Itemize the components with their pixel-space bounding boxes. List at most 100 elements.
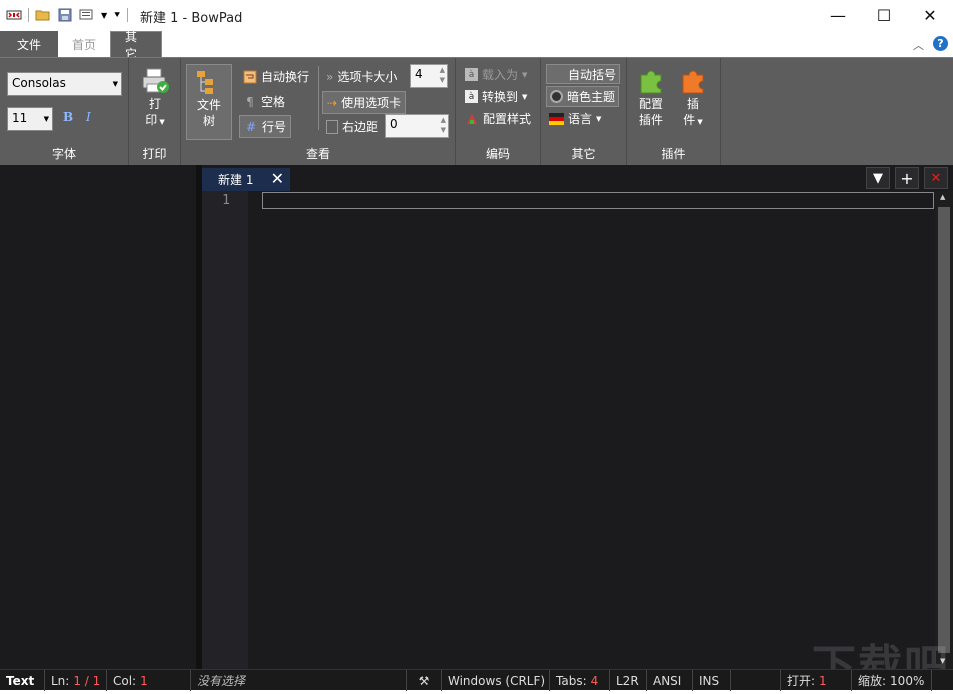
- minimize-button[interactable]: —: [815, 0, 861, 31]
- status-tool-icon[interactable]: ⚒: [407, 670, 442, 691]
- word-wrap-icon: [243, 70, 257, 83]
- whitespace-label: 空格: [261, 95, 286, 109]
- plugins-group-label: 插件: [661, 147, 686, 161]
- other-group: 自动括号 暗色主题 语言 ▼ 其它: [541, 58, 627, 166]
- tab-size-value: 4: [415, 67, 423, 81]
- print-group-label: 打印: [142, 147, 167, 161]
- whitespace-button[interactable]: ¶ 空格: [243, 93, 285, 110]
- close-window-button[interactable]: ✕: [907, 0, 953, 31]
- line-number-gutter: 1: [202, 191, 248, 669]
- right-margin-value: 0: [390, 117, 398, 131]
- tab-other[interactable]: 其它: [110, 30, 162, 61]
- save-icon[interactable]: [57, 7, 73, 23]
- word-wrap-button[interactable]: 自动换行: [243, 68, 309, 85]
- collapse-ribbon-icon[interactable]: ︿: [913, 37, 924, 53]
- file-tree-button[interactable]: 文件 树: [186, 64, 232, 140]
- config-style-button[interactable]: 配置样式: [465, 110, 531, 127]
- flag-icon: [549, 112, 564, 125]
- right-margin-spinner[interactable]: 0 ▲ ▼: [385, 114, 449, 138]
- chevron-down-icon: ▼: [43, 115, 49, 123]
- print-group: 打 印 ▼ 打印: [129, 58, 181, 166]
- title-bar: ▼ ⯆ 新建 1 - BowPad — ☐ ✕: [0, 0, 953, 31]
- language-button[interactable]: 语言 ▼: [549, 110, 601, 127]
- help-icon[interactable]: ?: [933, 36, 948, 51]
- status-zoom[interactable]: 缩放: 100%: [852, 670, 932, 691]
- status-ins[interactable]: INS: [693, 670, 731, 691]
- other-group-label: 其它: [571, 147, 596, 161]
- convert-to-button[interactable]: à 转换到 ▼: [465, 88, 527, 105]
- plugins-group: 配置 插件 插 件 ▼ 插件: [627, 58, 721, 166]
- dark-theme-button[interactable]: 暗色主题: [546, 86, 620, 107]
- font-size-value: 11: [12, 111, 28, 125]
- puzzle-green-icon: [640, 70, 662, 94]
- status-zoom-label: 缩放:: [858, 674, 887, 688]
- view-group-label: 查看: [305, 147, 330, 161]
- style-icon: [467, 113, 477, 124]
- encoding-icon: à: [465, 90, 478, 103]
- status-tabs-label: Tabs:: [556, 673, 587, 688]
- recent-dropdown-icon[interactable]: ▼: [101, 11, 107, 20]
- code-editor[interactable]: [248, 191, 935, 669]
- plugins-button[interactable]: 插 件 ▼: [675, 66, 711, 130]
- document-tab[interactable]: 新建 1 ✕: [202, 168, 290, 191]
- chevron-down-icon: ▼: [112, 80, 118, 88]
- use-tabs-label: 使用选项卡: [341, 96, 402, 110]
- print-label-2: 印: [145, 113, 158, 127]
- recent-files-icon[interactable]: [79, 7, 95, 23]
- config-plugins-button[interactable]: 配置 插件: [633, 66, 669, 128]
- status-col-value: 1: [140, 673, 148, 688]
- status-eol[interactable]: Windows (CRLF): [442, 670, 550, 691]
- font-group-label: 字体: [51, 147, 76, 161]
- status-direction[interactable]: L2R: [610, 670, 647, 691]
- vertical-scrollbar[interactable]: ▲ ▼: [935, 191, 953, 669]
- scrollbar-thumb[interactable]: [938, 207, 950, 653]
- right-margin-checkbox[interactable]: [326, 119, 338, 134]
- maximize-button[interactable]: ☐: [861, 0, 907, 31]
- quick-access-toolbar: ▼ ⯆: [6, 7, 129, 23]
- tab-size-text: 选项卡大小: [337, 70, 398, 84]
- status-open: 打开: 1: [780, 670, 852, 691]
- tab-home[interactable]: 首页: [58, 31, 110, 57]
- use-tabs-button[interactable]: ⇢ 使用选项卡: [322, 91, 407, 114]
- status-encoding[interactable]: ANSI: [647, 670, 693, 691]
- status-open-value: 1: [819, 673, 827, 688]
- bold-button[interactable]: B: [63, 110, 73, 124]
- config-plugins-label-1: 配置: [638, 97, 663, 111]
- encoding-group: à 载入为 ▼ à 转换到 ▼ 配置样式 编码: [456, 58, 541, 166]
- open-folder-icon[interactable]: [35, 7, 51, 23]
- line-numbers-button[interactable]: # 行号: [239, 115, 292, 138]
- tab-size-label: » 选项卡大小: [326, 68, 397, 85]
- ribbon: Consolas ▼ 11 ▼ B I 字体 打 印 ▼ 打印 文件 树 自动换…: [0, 57, 953, 166]
- auto-brace-button[interactable]: 自动括号: [546, 64, 620, 84]
- status-bar: Text Ln: 1 / 1 Col: 1 没有选择 ⚒ Windows (CRLF…: [0, 669, 953, 691]
- current-line-highlight: [262, 192, 934, 209]
- customize-qat-icon[interactable]: ⯆: [113, 10, 121, 21]
- right-margin-text: 右边距: [342, 120, 379, 134]
- spinner-arrows-icon[interactable]: ▲ ▼: [441, 115, 446, 135]
- load-as-button[interactable]: à 载入为 ▼: [465, 66, 527, 83]
- tab-file[interactable]: 文件: [0, 31, 58, 57]
- tab-list-dropdown-button[interactable]: ▼: [866, 167, 890, 189]
- italic-button[interactable]: I: [86, 110, 91, 124]
- print-button[interactable]: 打 印 ▼: [137, 66, 173, 130]
- new-tab-button[interactable]: +: [895, 167, 919, 189]
- pilcrow-icon: ¶: [246, 94, 254, 109]
- tab-size-icon: »: [326, 69, 334, 84]
- dark-theme-label: 暗色主题: [567, 90, 616, 104]
- close-all-tabs-button[interactable]: ✕: [924, 167, 948, 189]
- print-label-1: 打: [148, 97, 161, 111]
- scroll-up-icon[interactable]: ▲: [940, 193, 945, 201]
- status-tabs[interactable]: Tabs: 4: [550, 670, 610, 691]
- font-size-combo[interactable]: 11 ▼: [7, 107, 53, 131]
- tab-size-spinner[interactable]: 4 ▲ ▼: [410, 64, 448, 88]
- status-lexer[interactable]: Text: [0, 670, 45, 691]
- spinner-arrows-icon[interactable]: ▲ ▼: [440, 65, 445, 85]
- load-as-label: 载入为: [482, 68, 519, 82]
- right-margin-label: 右边距: [326, 118, 378, 135]
- status-column: Col: 1: [107, 670, 191, 691]
- font-name-combo[interactable]: Consolas ▼: [7, 72, 122, 96]
- ribbon-tab-row: 文件 首页 其它 ︿ ?: [0, 30, 953, 61]
- close-tab-icon[interactable]: ✕: [271, 169, 284, 188]
- status-tabs-value: 4: [590, 673, 599, 688]
- file-tree-pane[interactable]: [0, 165, 196, 669]
